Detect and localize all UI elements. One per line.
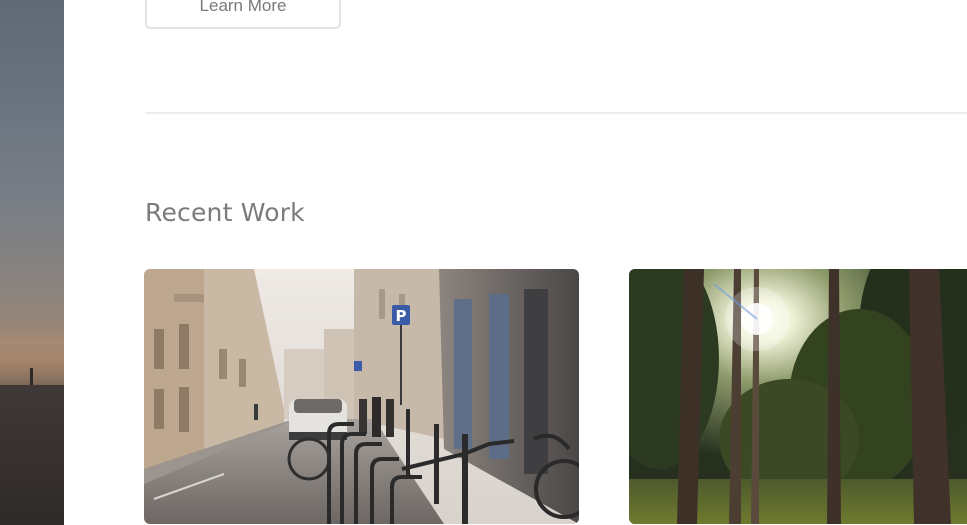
portfolio-item-forest[interactable] bbox=[629, 269, 967, 524]
city-street-photo: P bbox=[144, 269, 579, 524]
learn-more-button[interactable]: Learn More bbox=[145, 0, 341, 29]
parking-sign-text: P bbox=[396, 307, 407, 325]
forest-sunlight-photo bbox=[629, 269, 967, 524]
page: Learn More Recent Work P bbox=[0, 0, 967, 525]
section-divider bbox=[145, 112, 967, 114]
treeline-silhouette bbox=[0, 385, 64, 525]
sidebar-background-image bbox=[0, 0, 64, 525]
portfolio-item-city-street[interactable]: P bbox=[144, 269, 579, 524]
recent-work-title: Recent Work bbox=[145, 198, 305, 227]
learn-more-label: Learn More bbox=[199, 0, 287, 15]
